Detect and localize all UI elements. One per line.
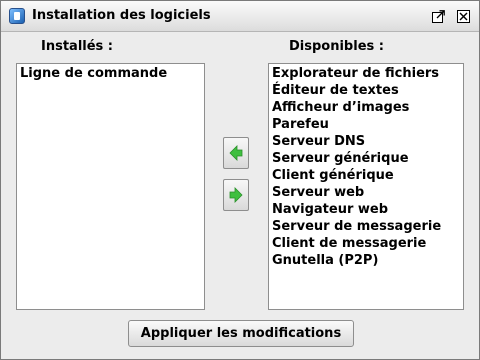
available-list-item[interactable]: Serveur générique: [269, 150, 463, 167]
available-list-item[interactable]: Parefeu: [269, 116, 463, 133]
close-button[interactable]: [457, 10, 470, 23]
arrow-right-icon: [229, 187, 243, 203]
installed-list[interactable]: Ligne de commande: [16, 63, 205, 310]
available-list-item[interactable]: Serveur de messagerie: [269, 218, 463, 235]
available-list-item[interactable]: Gnutella (P2P): [269, 252, 463, 269]
install-button[interactable]: [223, 137, 249, 169]
installer-window: Installation des logiciels Installés : D…: [0, 0, 480, 360]
uninstall-button[interactable]: [223, 179, 249, 211]
installed-label: Installés :: [41, 39, 114, 54]
available-list-item[interactable]: Navigateur web: [269, 201, 463, 218]
available-list-item[interactable]: Explorateur de fichiers: [269, 65, 463, 82]
title-bar[interactable]: Installation des logiciels: [1, 1, 479, 32]
available-label: Disponibles :: [289, 39, 384, 54]
available-list-item[interactable]: Client de messagerie: [269, 235, 463, 252]
installed-list-item[interactable]: Ligne de commande: [17, 65, 204, 82]
available-list[interactable]: Explorateur de fichiers Éditeur de texte…: [268, 63, 464, 310]
available-list-item[interactable]: Afficheur d’images: [269, 99, 463, 116]
available-list-item[interactable]: Client générique: [269, 167, 463, 184]
apply-changes-button[interactable]: Appliquer les modifications: [128, 320, 354, 347]
available-list-item[interactable]: Serveur DNS: [269, 133, 463, 150]
available-list-item[interactable]: Serveur web: [269, 184, 463, 201]
maximize-icon: [432, 10, 445, 23]
window-title: Installation des logiciels: [32, 8, 211, 23]
close-icon: [457, 10, 470, 23]
maximize-button[interactable]: [432, 10, 445, 23]
arrow-left-icon: [229, 145, 243, 161]
available-list-item[interactable]: Éditeur de textes: [269, 82, 463, 99]
application-icon: [9, 8, 25, 24]
